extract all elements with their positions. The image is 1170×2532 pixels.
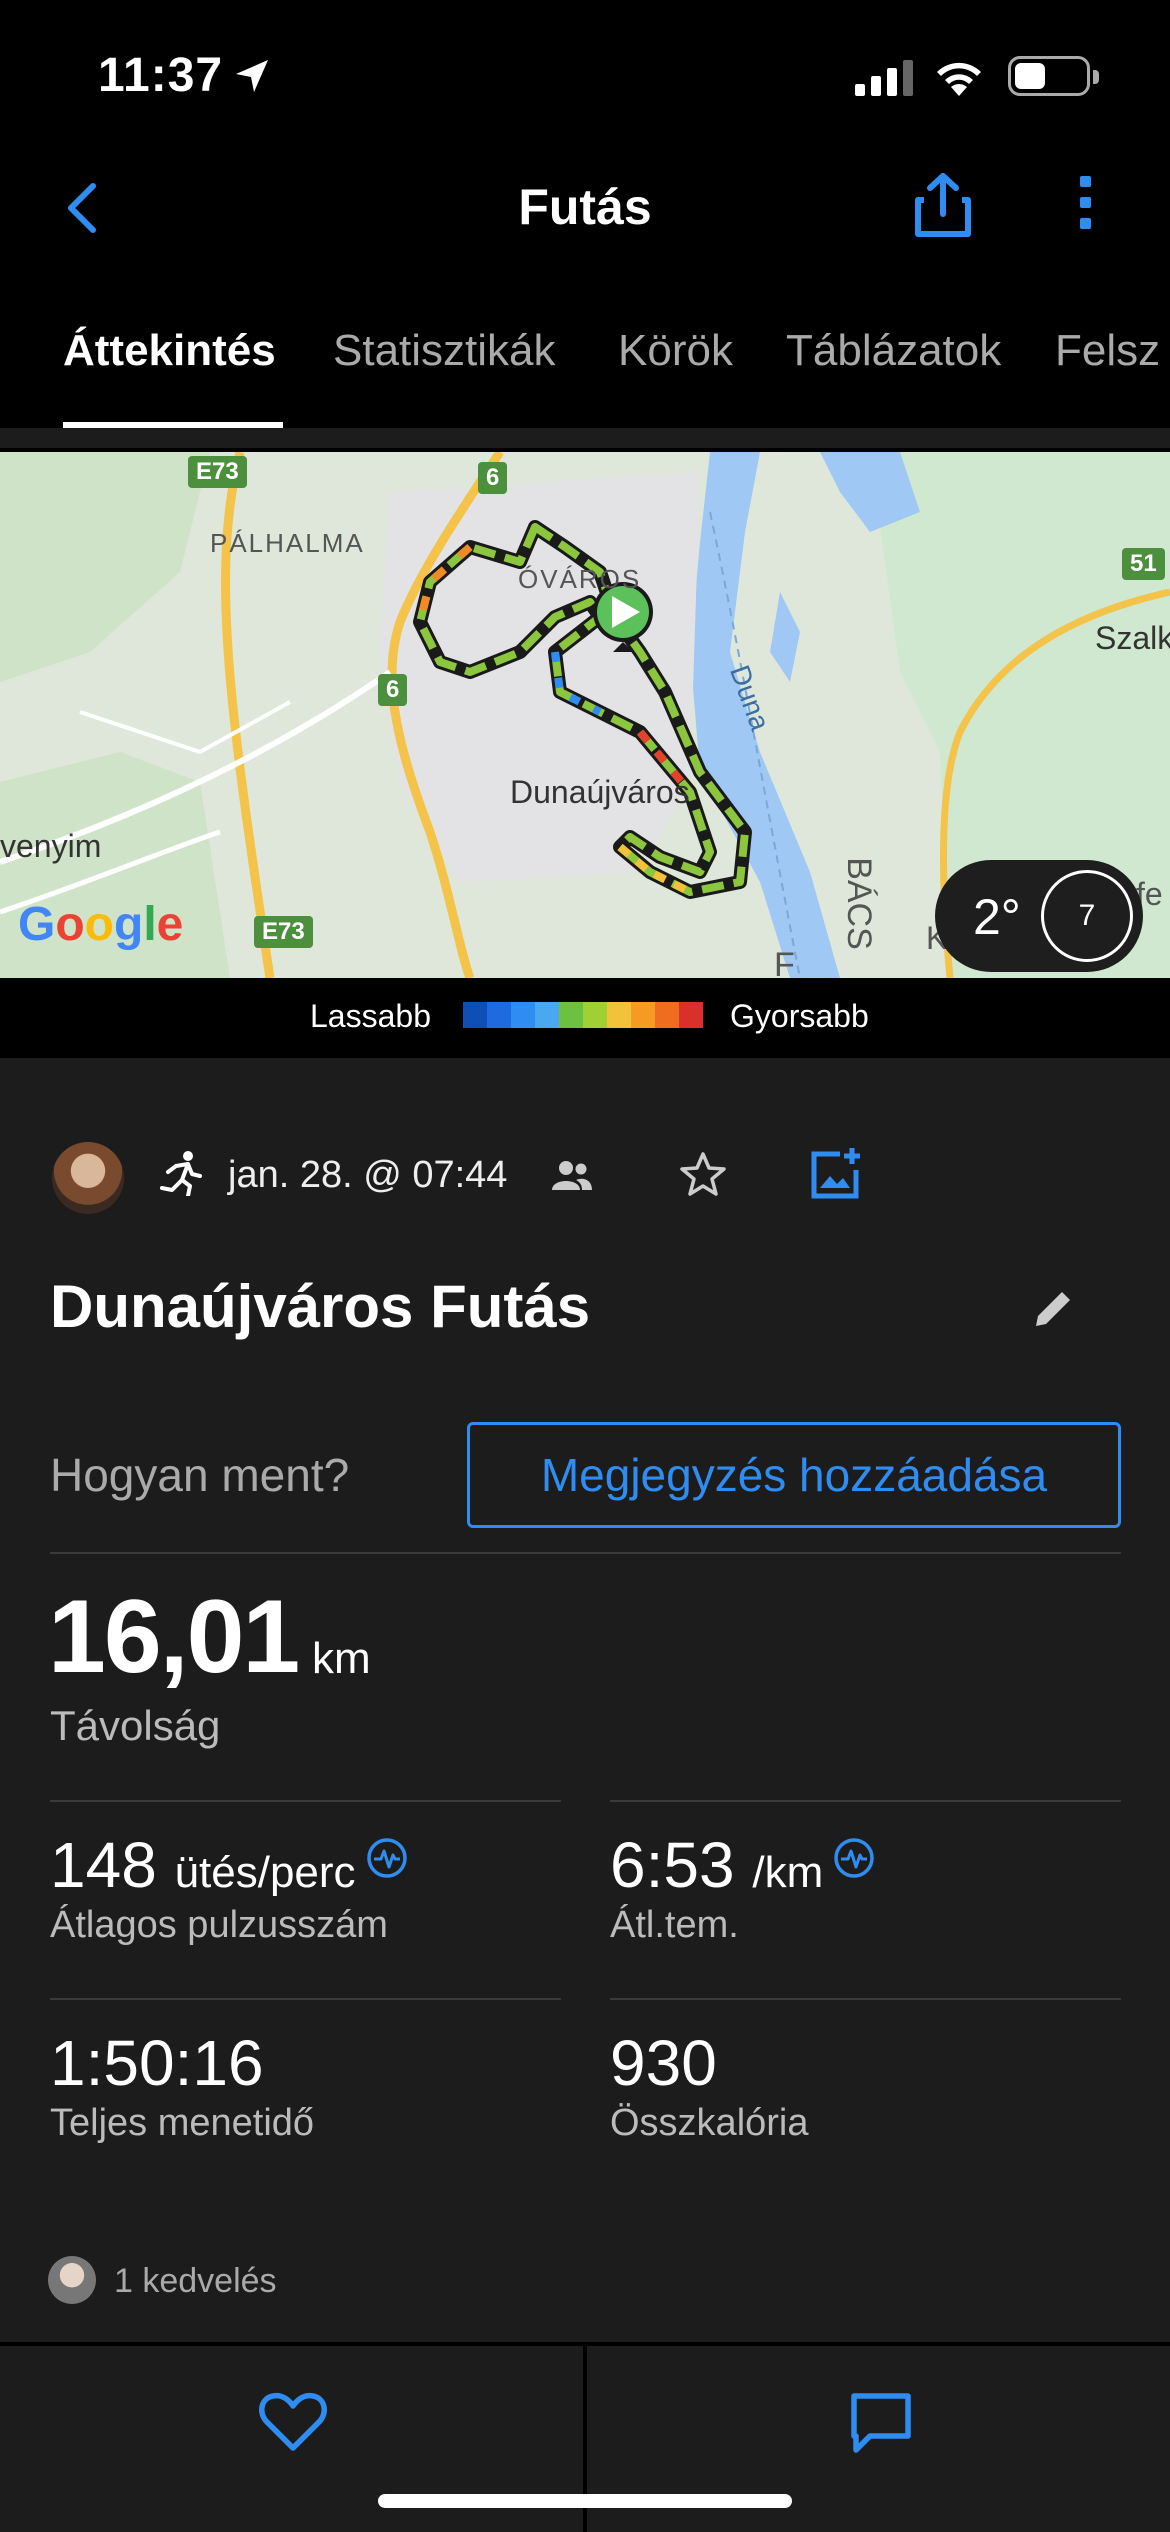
tab-statistics[interactable]: Statisztikák: [333, 326, 556, 376]
location-arrow-icon: [236, 60, 268, 92]
distance-unit: km: [312, 1634, 371, 1683]
legend-swatch: [631, 1002, 655, 1028]
heart-icon[interactable]: [258, 2390, 328, 2454]
legend-swatch: [559, 1002, 583, 1028]
share-icon[interactable]: [908, 170, 978, 240]
legend-swatch: [511, 1002, 535, 1028]
map-label-bacs: BÁCS: [839, 857, 878, 950]
route-map[interactable]: PÁLHALMA ÓVÁROS Dunaújváros Duna venyim …: [0, 452, 1170, 978]
divider: [50, 1800, 561, 1802]
stat-label: Átlagos pulzusszám: [50, 1904, 388, 1946]
road-shield-51: 51: [1122, 548, 1165, 580]
stat-avg-heart-rate[interactable]: 148 ütés/perc Átlagos pulzusszám: [50, 1828, 408, 1947]
status-time: 11:37: [98, 49, 224, 102]
road-shield-6-top: 6: [478, 462, 508, 494]
stat-value: 930: [610, 2027, 717, 2099]
stat-label: Teljes menetidő: [50, 2102, 315, 2144]
map-label-west: venyim: [0, 828, 102, 864]
home-indicator: [378, 2494, 792, 2508]
stat-value: 1:50:16: [50, 2027, 264, 2099]
map-label-palhalma: PÁLHALMA: [210, 528, 365, 558]
stat-unit: /km: [752, 1848, 824, 1897]
distance-label: Távolság: [50, 1702, 221, 1749]
stat-avg-pace[interactable]: 6:53 /km Átl.tem.: [610, 1828, 875, 1947]
liker-avatar: [48, 2256, 96, 2304]
road-shield-6-mid: 6: [378, 674, 408, 706]
legend-color-scale: [463, 1002, 703, 1028]
tab-overview[interactable]: Áttekintés: [63, 326, 276, 376]
stat-label: Átl.tem.: [610, 1904, 739, 1946]
stat-calories[interactable]: 930 Összkalória: [610, 2026, 809, 2145]
battery-icon: [1008, 56, 1099, 96]
divider: [50, 1998, 561, 2000]
edit-pencil-icon[interactable]: [1030, 1286, 1076, 1332]
tab-bar: Áttekintés Statisztikák Körök Táblázatok…: [0, 290, 1170, 430]
tab-equipment[interactable]: Felsz: [1055, 326, 1160, 376]
map-label-east: Szalk: [1095, 620, 1170, 656]
people-icon[interactable]: [552, 1158, 592, 1192]
legend-swatch: [535, 1002, 559, 1028]
road-shield-e73-bottom: E73: [254, 916, 313, 948]
heart-rate-sensor-icon: [366, 1838, 407, 1878]
legend-swatch: [679, 1002, 703, 1028]
activity-date: jan. 28. @ 07:44: [228, 1154, 508, 1196]
wifi-icon: [937, 62, 981, 96]
legend-swatch: [463, 1002, 487, 1028]
stat-label: Összkalória: [610, 2102, 809, 2144]
heart-rate-sensor-icon: [834, 1838, 874, 1878]
map-label-ovaros: ÓVÁROS: [518, 564, 642, 594]
pace-legend: Lassabb Gyorsabb: [0, 978, 1170, 1058]
avatar[interactable]: [52, 1142, 124, 1214]
legend-swatch: [607, 1002, 631, 1028]
distance-value: 16,01: [48, 1579, 300, 1695]
stat-unit: ütés/perc: [174, 1848, 356, 1897]
divider: [0, 428, 1170, 448]
star-icon[interactable]: [678, 1150, 728, 1200]
wind-indicator: 7: [1041, 870, 1133, 962]
divider: [610, 1800, 1121, 1802]
divider: [610, 1998, 1121, 2000]
comment-icon[interactable]: [846, 2390, 916, 2456]
stat-value: 148: [50, 1829, 157, 1901]
road-shield-e73-top: E73: [188, 456, 247, 488]
stat-value: 6:53: [610, 1829, 735, 1901]
google-logo: Google: [18, 898, 184, 951]
running-icon: [160, 1151, 202, 1196]
weather-widget[interactable]: 2° 7: [935, 860, 1143, 972]
divider: [50, 1552, 1121, 1554]
likes-count: 1 kedvelés: [114, 2262, 277, 2300]
nav-bar: Futás: [0, 150, 1170, 265]
map-label-f: F: [774, 946, 795, 978]
more-options-icon[interactable]: [1063, 176, 1107, 240]
activity-title: Dunaújváros Futás: [50, 1273, 591, 1340]
legend-faster-label: Gyorsabb: [730, 998, 869, 1034]
how-did-it-go-label: Hogyan ment?: [50, 1449, 350, 1501]
stat-total-time[interactable]: 1:50:16 Teljes menetidő: [50, 2026, 314, 2145]
tab-tables[interactable]: Táblázatok: [786, 326, 1001, 376]
cellular-signal-icon: [855, 60, 913, 96]
add-photo-icon[interactable]: [808, 1146, 864, 1202]
weather-temperature: 2°: [973, 889, 1021, 945]
legend-slower-label: Lassabb: [310, 998, 431, 1034]
legend-swatch: [583, 1002, 607, 1028]
add-note-button[interactable]: Megjegyzés hozzáadása: [467, 1422, 1121, 1528]
legend-swatch: [487, 1002, 511, 1028]
page-title: Futás: [518, 179, 652, 235]
activity-summary: jan. 28. @ 07:44 Dunaújváros Futás Hogya…: [0, 1058, 1170, 2342]
tab-laps[interactable]: Körök: [618, 326, 733, 376]
status-bar: 11:37: [0, 0, 1170, 150]
map-label-city: Dunaújváros: [510, 774, 690, 810]
legend-swatch: [655, 1002, 679, 1028]
